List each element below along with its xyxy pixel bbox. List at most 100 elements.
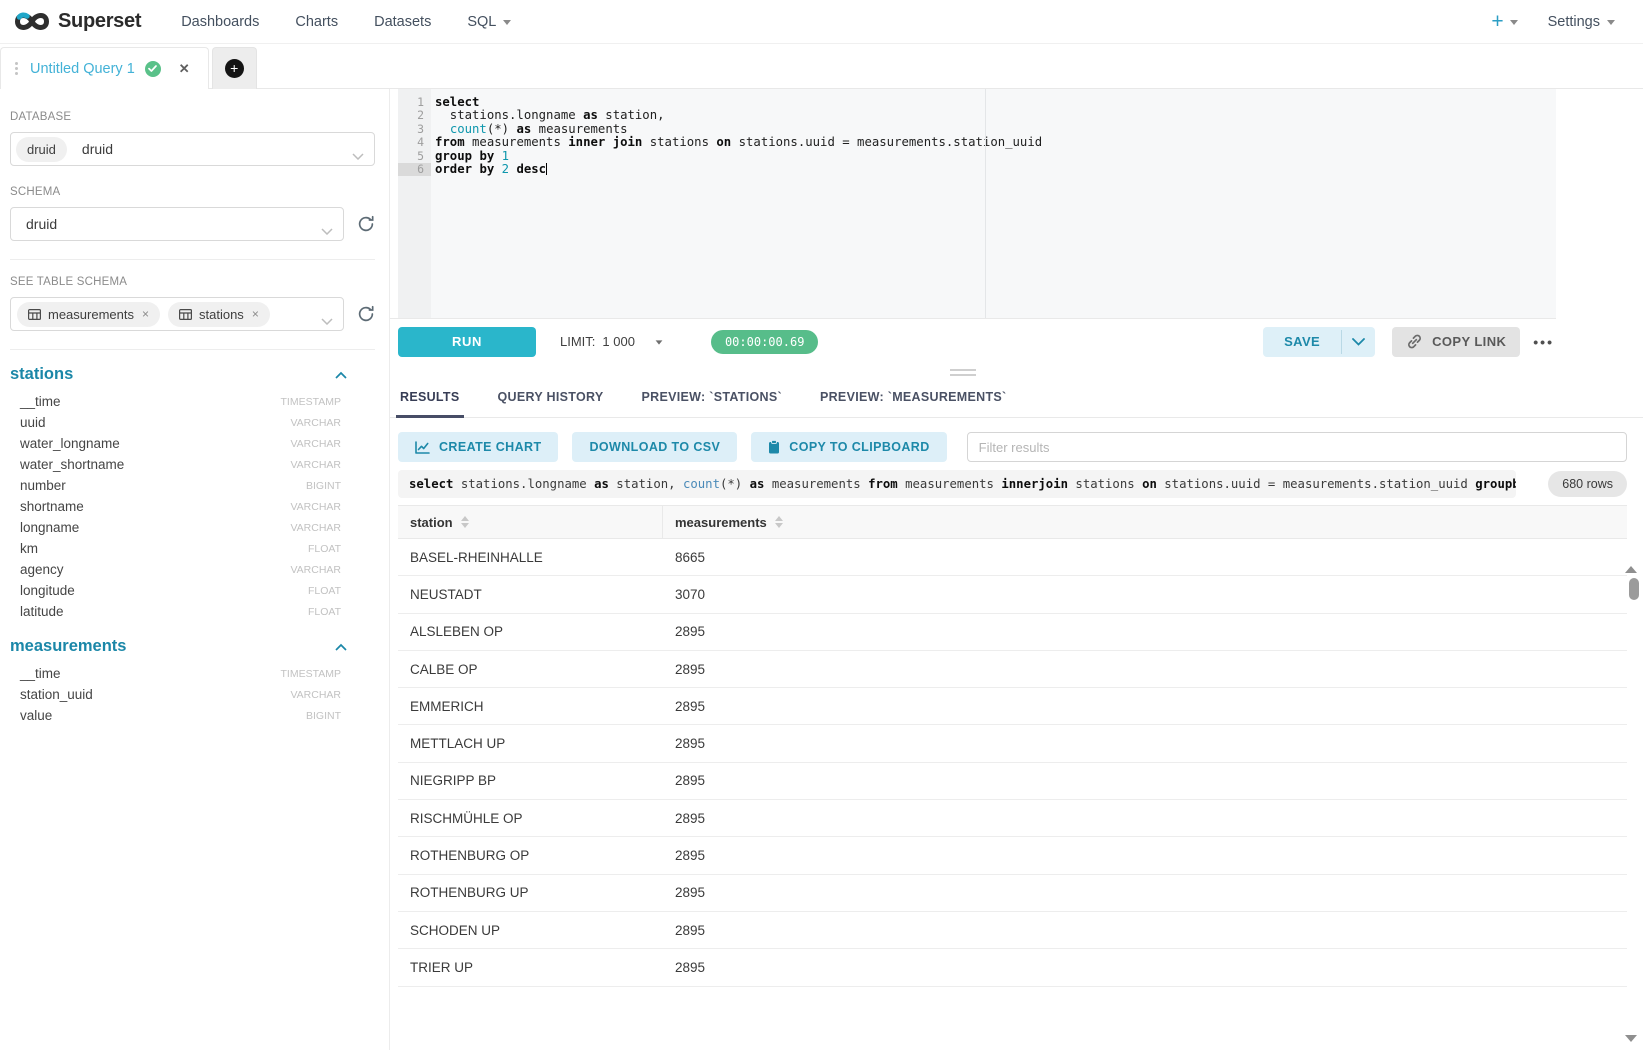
database-value: druid [82,141,113,157]
column-type: TIMESTAMP [281,396,341,408]
code-line[interactable]: stations.longname as station, [431,109,1556,122]
limit-dropdown[interactable]: LIMIT: 1 000 [560,334,663,349]
table-select[interactable]: measurements × stations × [10,297,344,331]
column-type: VARCHAR [290,438,341,450]
superset-logo[interactable]: Superset [14,10,141,33]
code-line[interactable]: from measurements inner join stations on… [431,136,1556,149]
results-tab-preview-measurements[interactable]: PREVIEW: `MEASUREMENTS` [818,390,1009,417]
sort-icon[interactable] [461,516,469,528]
results-tab-label: PREVIEW: `STATIONS` [642,390,782,404]
database-select[interactable]: druid druid [10,132,375,166]
results-tab-query-history[interactable]: QUERY HISTORY [496,390,606,417]
cell-station: CALBE OP [398,662,663,677]
sort-icon[interactable] [775,516,783,528]
column-header-station[interactable]: station [398,506,663,538]
sqllab-sidebar: DATABASE druid druid SCHEMA druid SEE TA… [0,89,390,1050]
database-pill: druid [16,137,67,162]
schema-table-stations: stations __time TIMESTAMP uuid VARCHAR w… [10,365,375,622]
table-row: TRIER UP 2895 [398,949,1627,986]
nav-item-label: Datasets [374,14,431,30]
schema-select[interactable]: druid [10,207,344,241]
refresh-tables-icon[interactable] [357,305,375,323]
table-row: METTLACH UP 2895 [398,725,1627,762]
column-type: FLOAT [308,585,341,597]
settings-menu-button[interactable]: Settings [1548,14,1615,30]
refresh-schemas-icon[interactable] [357,215,375,233]
results-tab-label: QUERY HISTORY [498,390,604,404]
code-line[interactable]: count(*) as measurements [431,123,1556,136]
code-line[interactable]: select [431,96,1556,109]
results-tab-label: RESULTS [400,390,460,404]
cell-station: ROTHENBURG OP [398,848,663,863]
results-tab-label: PREVIEW: `MEASUREMENTS` [820,390,1007,404]
add-tab-button[interactable]: + [212,47,257,89]
table-column-row: __time TIMESTAMP [10,663,375,684]
results-tab-bar: RESULTS QUERY HISTORY PREVIEW: `STATIONS` P… [390,380,1643,418]
create-chart-button[interactable]: CREATE CHART [398,432,558,462]
copy-to-clipboard-button[interactable]: COPY TO CLIPBOARD [751,432,946,462]
table-pill-stations[interactable]: stations × [168,302,270,327]
cell-station: ALSLEBEN OP [398,624,663,639]
executed-query-preview[interactable]: select stations.longname as station, cou… [398,470,1516,498]
remove-icon[interactable]: × [252,307,259,321]
results-tab-preview-stations[interactable]: PREVIEW: `STATIONS` [640,390,784,417]
code-line[interactable]: group by 1 [431,150,1556,163]
nav-item-charts[interactable]: Charts [295,14,338,30]
table-name[interactable]: measurements [10,637,126,656]
main-nav: Dashboards Charts Datasets SQL [181,14,547,30]
chevron-up-icon[interactable] [335,643,347,651]
scrollbar-thumb[interactable] [1629,578,1639,600]
editor-gutter: 123456 [398,89,431,318]
table-grid-icon [28,309,41,320]
nav-item-sql[interactable]: SQL [467,14,511,30]
cell-measurements: 2895 [663,662,705,677]
nav-item-dashboards[interactable]: Dashboards [181,14,259,30]
drag-grip-icon[interactable] [15,62,18,65]
cell-measurements: 8665 [663,550,705,565]
table-column-row: __time TIMESTAMP [10,391,375,412]
more-options-button[interactable]: ••• [1533,334,1554,350]
column-header-measurements[interactable]: measurements [663,506,783,538]
scrollbar-up-arrow[interactable] [1625,566,1637,573]
chevron-down-icon [321,312,333,330]
gutter-line-number: 1 [398,96,431,109]
pane-resize-handle[interactable] [950,369,976,379]
table-row: NIEGRIPP BP 2895 [398,763,1627,800]
save-button[interactable]: SAVE [1263,327,1341,357]
table-column-row: longitude FLOAT [10,580,375,601]
nav-item-datasets[interactable]: Datasets [374,14,431,30]
code-line[interactable]: order by 2 desc [431,163,1556,176]
column-type: VARCHAR [290,564,341,576]
download-to-csv-button[interactable]: DOWNLOAD TO CSV [572,432,737,462]
tab-untitled-query-1[interactable]: Untitled Query 1 ✕ [0,47,209,89]
column-type: TIMESTAMP [281,668,341,680]
chevron-up-icon[interactable] [335,371,347,379]
table-column-row: latitude FLOAT [10,601,375,622]
column-name: longitude [20,583,75,598]
results-tab-results[interactable]: RESULTS [398,390,462,417]
save-options-button[interactable] [1342,327,1375,357]
print-margin-line [985,89,986,318]
remove-icon[interactable]: × [142,307,149,321]
column-type: FLOAT [308,543,341,555]
table-pill-measurements[interactable]: measurements × [17,302,160,327]
scrollbar-down-arrow[interactable] [1625,1035,1637,1042]
close-icon[interactable]: ✕ [179,61,190,77]
table-row: RISCHMÜHLE OP 2895 [398,800,1627,837]
sql-editor[interactable]: 123456 select stations.longname as stati… [398,89,1556,318]
column-type: VARCHAR [290,501,341,513]
column-type: BIGINT [306,480,341,492]
run-button[interactable]: RUN [398,327,536,357]
new-menu-button[interactable]: + [1491,12,1517,32]
chevron-down-icon [321,222,333,240]
settings-label: Settings [1548,14,1600,30]
table-name[interactable]: stations [10,365,73,384]
column-list: __time TIMESTAMP station_uuid VARCHAR va… [10,663,375,726]
filter-results-input[interactable] [967,432,1627,462]
table-column-row: uuid VARCHAR [10,412,375,433]
cell-station: NIEGRIPP BP [398,773,663,788]
table-row: SCHODEN UP 2895 [398,912,1627,949]
table-column-row: number BIGINT [10,475,375,496]
copy-link-button[interactable]: COPY LINK [1392,327,1520,357]
table-column-row: water_shortname VARCHAR [10,454,375,475]
